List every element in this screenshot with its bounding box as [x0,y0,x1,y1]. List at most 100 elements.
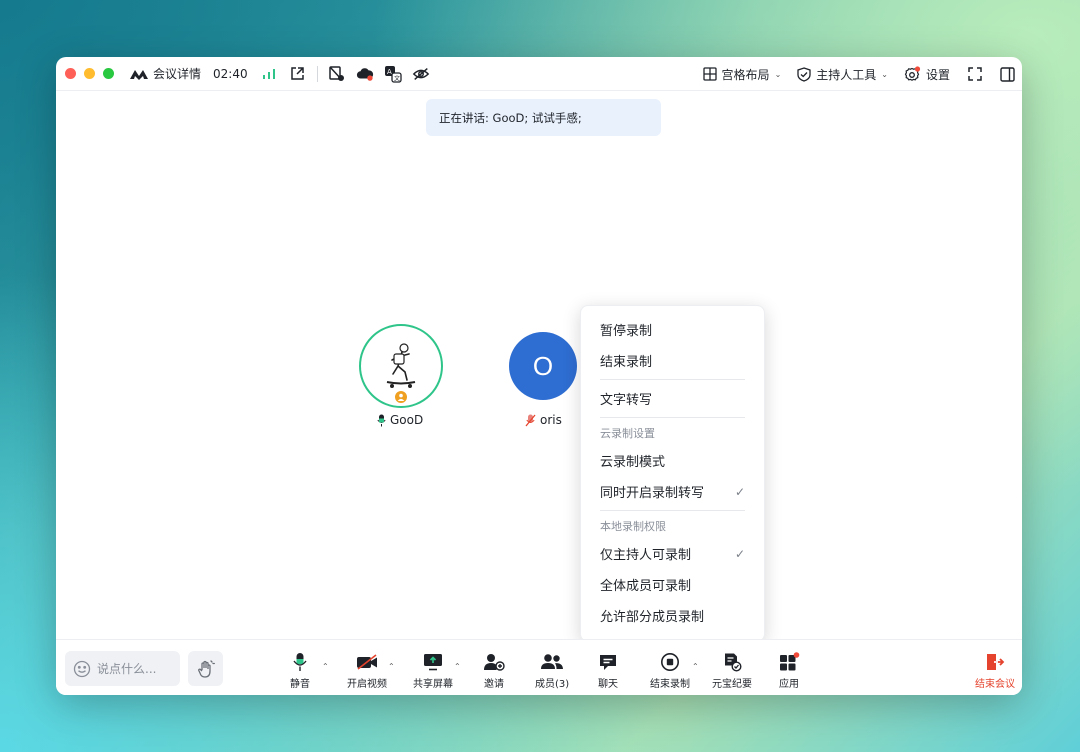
invite-label: 邀请 [484,679,504,690]
participant-name: GooD [390,413,424,427]
open-external-icon[interactable] [289,65,307,83]
check-icon: ✓ [734,546,745,561]
menu-item-host-only-record[interactable]: 仅主持人可录制 ✓ [581,538,764,569]
grid-layout-icon [702,67,717,81]
sidebar-toggle-icon[interactable] [998,65,1016,83]
menu-item-pause-recording[interactable]: 暂停录制 [581,314,764,345]
menu-item-label: 全体成员可录制 [600,579,692,594]
end-meeting-button[interactable]: 结束会议 [975,652,1015,690]
doc-record-icon[interactable] [328,65,346,83]
participant-name-oris: oris [525,413,562,427]
participant-name: oris [540,413,562,427]
chevron-up-icon[interactable]: ⌃ [388,662,395,671]
layout-selector[interactable]: 宫格布局 ⌄ [702,66,782,83]
chat-icon [600,654,616,670]
menu-divider [600,379,745,380]
start-video-label: 开启视频 [347,679,387,690]
window-controls [65,68,114,79]
participant-avatar-oris[interactable]: O [509,332,577,400]
menu-item-cloud-record-mode[interactable]: 云录制模式 [581,445,764,476]
settings-label: 设置 [925,67,950,82]
skateboarder-avatar-icon [386,343,416,388]
members-button[interactable]: 成员(3) [535,652,569,690]
members-label: 成员(3) [535,679,570,690]
close-window-button[interactable] [65,68,76,79]
menu-section-header: 云录制设置 [600,427,655,440]
chat-placeholder: 说点什么... [97,662,157,676]
fullscreen-icon[interactable] [966,65,984,83]
cloud-record-icon[interactable] [356,65,374,83]
chevron-up-icon[interactable]: ⌃ [454,662,461,671]
participant-name-good: GooD [377,413,423,427]
apps-grid-icon [780,652,800,671]
menu-item-label: 结束录制 [600,355,653,370]
share-screen-icon [424,654,442,671]
settings-button[interactable]: 设置 [904,65,950,83]
meeting-timer: 02:40 [213,66,248,81]
share-screen-button[interactable]: 共享屏幕 [413,652,453,690]
host-tools-label: 主持人工具 [816,67,877,82]
chevron-down-icon: ⌄ [881,69,888,79]
yuanbao-summary-label: 元宝纪要 [712,679,752,690]
svg-text:A: A [387,68,392,76]
menu-item-label: 允许部分成员录制 [600,610,705,625]
chevron-down-icon: ⌄ [774,69,782,79]
minimize-window-button[interactable] [84,68,95,79]
mic-muted-icon [525,414,536,426]
menu-item-end-recording[interactable]: 结束录制 [581,345,764,376]
recording-menu: 暂停录制 结束录制 文字转写 云录制设置 云录制模式 同时开启录制转写 ✓ 本地录… [580,305,765,642]
menu-item-label: 暂停录制 [600,324,653,339]
title-bar: 会议详情 02:40 A文 宫格布局 ⌄ 主持人工具 ⌄ 设置 [56,57,1022,91]
start-video-button[interactable]: 开启视频 [347,652,387,690]
quick-chat-input[interactable]: 说点什么... [65,651,180,686]
layout-label: 宫格布局 [721,67,770,82]
chevron-up-icon[interactable]: ⌃ [692,662,699,671]
menu-item-label: 仅主持人可录制 [600,548,692,563]
stop-record-icon [661,653,679,671]
mute-label: 静音 [290,679,310,690]
chat-button[interactable]: 聊天 [598,652,618,690]
invite-button[interactable]: 邀请 [483,652,505,690]
menu-section-header: 本地录制权限 [600,520,666,533]
apps-label: 应用 [779,679,799,690]
title-divider [316,65,318,82]
menu-item-label: 同时开启录制转写 [600,486,705,501]
yuanbao-summary-button[interactable]: 元宝纪要 [712,652,752,690]
exit-icon [987,654,1005,670]
raise-hand-button[interactable] [188,651,223,686]
speaking-banner: 正在讲话: GooD; 试试手感; [426,99,661,136]
menu-divider [600,510,745,511]
members-icon [541,654,564,669]
svg-text:文: 文 [394,74,400,82]
gear-icon [904,65,921,81]
bottom-toolbar: 说点什么... 静音 ⌃ 开启视频 ⌃ 共享屏幕 ⌃ 邀请 成员(3) 聊天 结… [56,639,1022,695]
host-badge-icon [393,389,409,405]
share-screen-label: 共享屏幕 [413,679,453,690]
menu-item-record-with-transcription[interactable]: 同时开启录制转写 ✓ [581,476,764,507]
meeting-details-link[interactable]: 会议详情 [153,65,201,82]
apps-button[interactable]: 应用 [778,652,800,690]
check-icon: ✓ [734,484,745,499]
signal-strength-icon[interactable] [260,65,278,83]
chevron-up-icon[interactable]: ⌃ [322,662,329,671]
add-user-icon [484,654,505,671]
hide-view-icon[interactable] [412,65,430,83]
meeting-window: 会议详情 02:40 A文 宫格布局 ⌄ 主持人工具 ⌄ 设置 正在讲话: Go… [56,57,1022,695]
menu-item-some-members-record[interactable]: 允许部分成员录制 [581,600,764,631]
microphone-icon [293,653,307,671]
avatar-initial: O [532,350,554,381]
camera-off-icon [357,654,377,670]
mic-on-icon [377,414,386,426]
menu-divider [600,417,745,418]
end-recording-button[interactable]: 结束录制 [650,652,690,690]
menu-item-all-members-record[interactable]: 全体成员可录制 [581,569,764,600]
mute-button[interactable]: 静音 [290,652,310,690]
host-tools-selector[interactable]: 主持人工具 ⌄ [797,66,888,83]
end-recording-label: 结束录制 [650,679,690,690]
raise-hand-icon [197,659,215,678]
chat-label: 聊天 [598,679,618,690]
end-meeting-label: 结束会议 [975,679,1015,690]
menu-item-transcription[interactable]: 文字转写 [581,383,764,414]
transcribe-icon[interactable]: A文 [384,65,402,83]
maximize-window-button[interactable] [103,68,114,79]
